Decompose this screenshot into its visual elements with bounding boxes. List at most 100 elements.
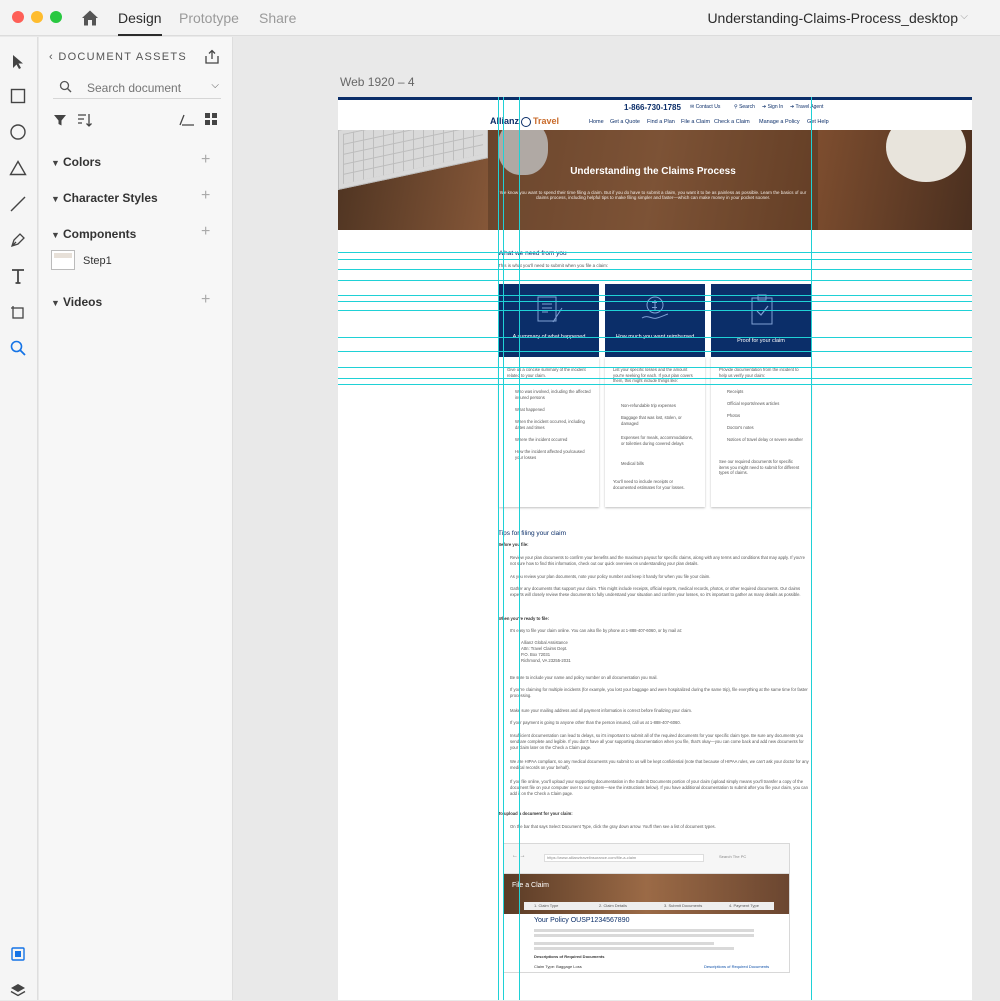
colors-section[interactable]: ▼ Colors [51,155,101,169]
close-window-button[interactable] [12,11,24,23]
search-input[interactable] [87,79,205,97]
browser-url: https://www.allianztravelinsurance.com/f… [544,854,704,862]
nav-get-a-quote[interactable]: Get a Quote [610,119,640,125]
hero-subtitle: We know you want to spend their time fil… [499,190,807,200]
list-item: Who was involved, including the affected… [515,389,591,400]
layout-guide [338,280,972,281]
tab-prototype[interactable]: Prototype [179,10,239,26]
tips-paragraph: Insufficient documentation can lead to d… [510,733,804,750]
back-chevron-icon[interactable]: ‹ [49,51,58,63]
phone-number[interactable]: 1-866-730-1785 [624,103,681,112]
nav-file-a-claim[interactable]: File a Claim [681,119,710,125]
select-tool-icon[interactable] [7,51,29,73]
list-item: Baggage that was lost, stolen, or damage… [621,415,682,426]
chevron-down-icon: ▼ [51,194,60,204]
chevron-down-icon: ▼ [51,158,60,168]
panel-title: DOCUMENT ASSETS [58,51,188,63]
search-link[interactable]: ⚲ Search [734,104,755,110]
layout-guide [498,97,499,1000]
filter-icon[interactable] [53,113,67,127]
videos-section[interactable]: ▼ Videos [51,295,102,309]
document-pencil-icon [537,296,563,323]
tips-ready-label: When you're ready to file: [498,616,550,621]
sort-icon[interactable] [77,113,93,127]
list-view-icon[interactable] [179,113,195,127]
layout-guide [338,252,972,253]
grid-view-icon[interactable] [205,113,217,125]
title-bar: Design Prototype Share Understanding-Cla… [0,0,1000,36]
layout-guide [503,97,504,1000]
chevron-down-icon[interactable]: ⌵ [960,11,968,22]
tips-paragraph: Make sure your mailing address and all p… [510,708,693,713]
nav-manage-a-policy[interactable]: Manage a Policy [759,119,800,125]
add-character-style-icon[interactable]: + [201,187,210,205]
tips-paragraph: Gather any documents that support your c… [510,586,801,597]
component-thumbnail[interactable] [51,250,75,270]
document-title[interactable]: Understanding-Claims-Process_desktop [707,10,958,26]
character-styles-label: Character Styles [63,191,158,205]
claim-step: 1. Claim Type [534,903,559,908]
tips-paragraph: If you file online, you'll upload your s… [510,779,808,796]
home-icon[interactable] [80,8,100,28]
hero-title: Understanding the Claims Process [570,166,736,177]
layout-guide [338,295,972,296]
allianz-travel-logo[interactable]: Allianz Travel [490,116,559,127]
layers-icon[interactable] [7,979,29,1001]
claim-step: 2. Claim Details [599,903,628,908]
tips-paragraph: On the bar that says Select Document Typ… [510,824,716,829]
polygon-tool-icon[interactable] [7,157,29,179]
logo-text-allianz: Allianz [490,116,520,126]
list-item: Official reports/news articles [727,401,780,406]
ellipse-tool-icon[interactable] [7,121,29,143]
component-item-label[interactable]: Step1 [83,255,112,267]
videos-label: Videos [63,295,103,309]
sign-in-link[interactable]: ➔ Sign In [762,104,783,110]
zoom-window-button[interactable] [50,11,62,23]
claim-type-row: Claim Type: Baggage Loss [534,964,582,969]
mailing-address-line: Richmond, VA 23255-2031 [521,658,571,663]
artboard[interactable]: 1-866-730-1785 ✉ Contact Us ⚲ Search ➔ S… [338,97,972,1000]
artboard-label[interactable]: Web 1920 – 4 [340,75,415,89]
placeholder-line [534,942,714,945]
list-item: When the incident occurred, including da… [515,419,585,430]
text-tool-icon[interactable] [7,265,29,287]
zoom-tool-icon[interactable] [7,337,29,359]
tips-paragraph: As you review your plan documents, note … [510,574,711,579]
search-filter-chevron-icon[interactable]: ⌵ [211,80,219,91]
add-component-icon[interactable]: + [201,223,210,241]
layout-guide [338,301,972,302]
minimize-window-button[interactable] [31,11,43,23]
travel-agent-link[interactable]: ➔ Travel Agent [790,104,823,110]
components-section[interactable]: ▼ Components [51,227,136,241]
layout-guide [338,259,972,260]
list-item: Notices of travel delay or severe weathe… [727,437,803,442]
contact-link[interactable]: ✉ Contact Us [690,104,720,110]
layout-guide [338,378,972,379]
design-canvas[interactable]: Web 1920 – 4 1-866-730-1785 ✉ Contact Us… [234,37,1000,1000]
tips-before-label: Before you file: [498,542,529,547]
line-tool-icon[interactable] [7,193,29,215]
add-color-icon[interactable]: + [201,151,210,169]
character-styles-section[interactable]: ▼ Character Styles [51,191,158,205]
layout-guide [338,367,972,368]
browser-search: Search The PC [719,854,747,859]
nav-find-a-plan[interactable]: Find a Plan [647,119,675,125]
list-item: Receipts [727,389,744,394]
nav-home[interactable]: Home [589,119,604,125]
tips-paragraph: If you're claiming for multiple incident… [510,687,808,698]
list-item: Non-refundable trip expenses [621,403,676,408]
coffee-cup-image [886,130,966,182]
hero-banner: Understanding the Claims Process We know… [338,130,972,230]
tab-share[interactable]: Share [259,10,296,26]
pen-tool-icon[interactable] [7,229,29,251]
rectangle-tool-icon[interactable] [7,85,29,107]
artboard-tool-icon[interactable] [7,301,29,323]
tab-design[interactable]: Design [118,10,162,36]
panel-header: ‹ DOCUMENT ASSETS [49,51,187,63]
tips-paragraph: Review your plan documents to confirm yo… [510,555,805,566]
nav-check-a-claim[interactable]: Check a Claim [714,119,750,125]
export-icon[interactable] [204,49,220,65]
add-video-icon[interactable]: + [201,291,210,309]
document-assets-icon[interactable] [7,943,29,965]
layout-guide [338,310,972,311]
